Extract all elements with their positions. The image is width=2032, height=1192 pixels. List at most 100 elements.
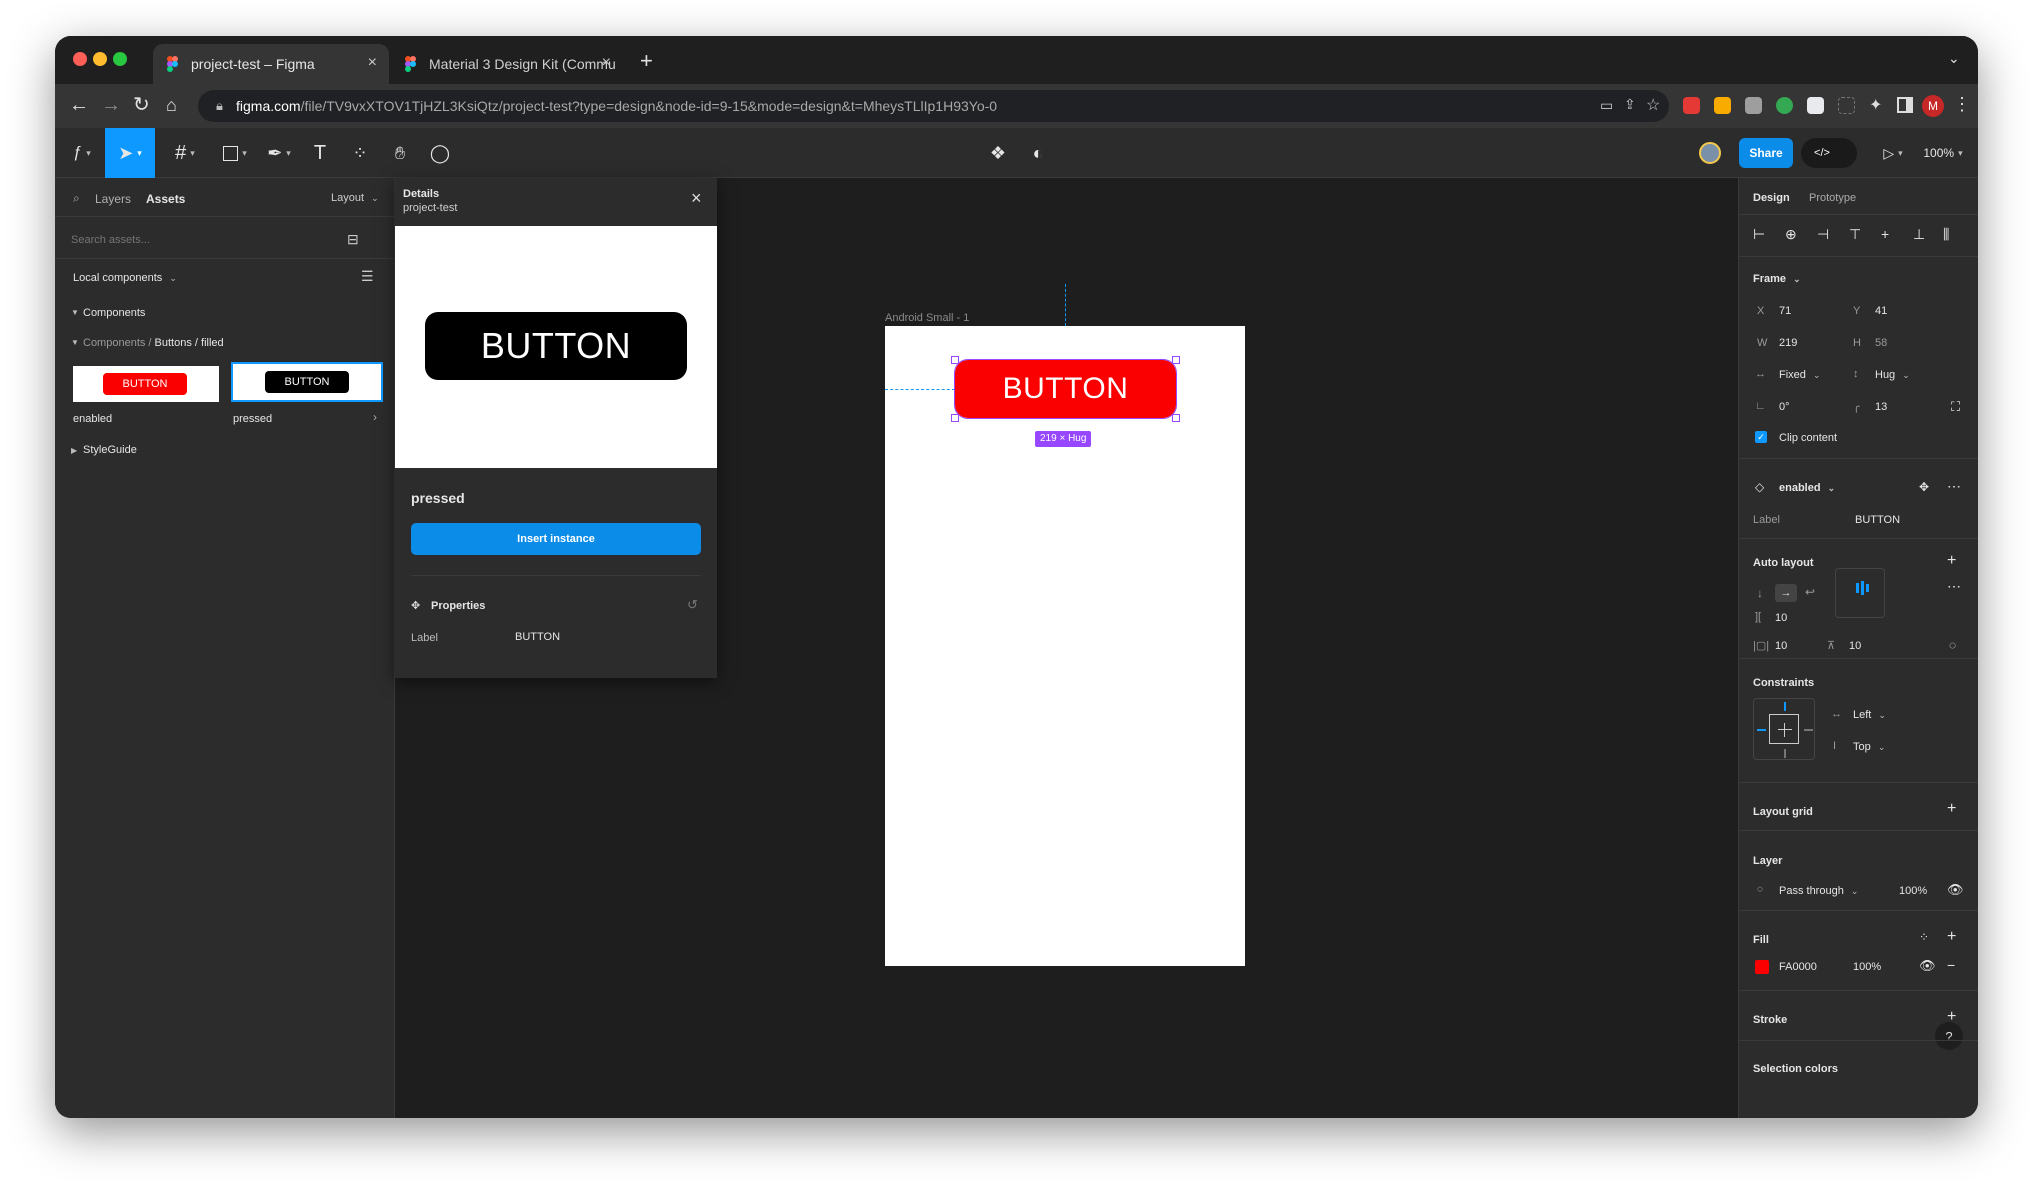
fill-hex-input[interactable]: FA0000 — [1779, 961, 1817, 973]
eye-icon[interactable]: 👁︎ — [1947, 882, 1964, 898]
move-tool-button[interactable]: ➤ ▾ — [105, 128, 155, 178]
caret-down-icon[interactable]: ▼ — [71, 308, 79, 317]
frame-tool-button[interactable]: # ▾ — [165, 128, 205, 178]
gap-input[interactable]: 10 — [1775, 612, 1787, 624]
rotation-input[interactable]: 0° — [1779, 401, 1790, 413]
frame-name-label[interactable]: Android Small - 1 — [885, 312, 969, 324]
pen-tool-button[interactable]: ✒ ▾ — [259, 128, 299, 178]
height-mode-dropdown[interactable]: Hug ⌄ — [1875, 369, 1910, 381]
width-mode-dropdown[interactable]: Fixed ⌄ — [1779, 369, 1821, 381]
tab-material-kit[interactable]: Material 3 Design Kit (Commu × — [391, 44, 623, 84]
close-icon[interactable]: × — [691, 188, 702, 209]
user-avatar[interactable] — [1695, 128, 1725, 178]
breadcrumb[interactable]: Components / Buttons / filled — [83, 337, 224, 349]
constraint-top-marker[interactable] — [1784, 702, 1786, 711]
extension-red-icon[interactable] — [1683, 97, 1700, 114]
asset-thumb-pressed[interactable]: BUTTON — [231, 362, 383, 402]
layer-opacity-input[interactable]: 100% — [1899, 885, 1927, 897]
fill-opacity-input[interactable]: 100% — [1853, 961, 1881, 973]
dev-mode-toggle[interactable]: </> — [1801, 138, 1857, 168]
resize-handle[interactable] — [1172, 356, 1180, 364]
tab-prototype[interactable]: Prototype — [1809, 192, 1856, 204]
direction-wrap-icon[interactable]: ↩ — [1805, 585, 1815, 599]
close-tab-icon[interactable]: × — [602, 54, 611, 72]
radius-input[interactable]: 13 — [1875, 401, 1887, 413]
align-center-h-icon[interactable]: ⊕ — [1785, 226, 1797, 243]
minimize-window-button[interactable] — [93, 52, 107, 66]
extension-camera-icon[interactable] — [1745, 97, 1762, 114]
w-input[interactable]: 219 — [1779, 337, 1797, 349]
caret-down-icon[interactable]: ▼ — [71, 338, 79, 347]
align-bottom-icon[interactable]: ⊥ — [1913, 226, 1925, 243]
main-menu-button[interactable]: ƒ ▾ — [65, 128, 99, 178]
back-icon[interactable]: ← — [69, 94, 89, 116]
align-center-v-icon[interactable]: + — [1881, 226, 1889, 242]
share-button[interactable]: Share — [1739, 138, 1793, 168]
blend-mode-dropdown[interactable]: Pass through ⌄ — [1779, 885, 1858, 897]
insert-instance-button[interactable]: Insert instance — [411, 523, 701, 555]
shape-tool-button[interactable]: ▾ — [215, 128, 255, 178]
reset-icon[interactable]: ↺ — [687, 597, 698, 613]
individual-padding-icon[interactable]: ◌ — [1949, 638, 1956, 652]
distribute-icon[interactable]: ⫼ — [1943, 226, 1949, 243]
component-icon[interactable]: ❖ — [983, 128, 1013, 178]
cast-icon[interactable]: ▭ — [1600, 97, 1613, 114]
constraint-left-marker[interactable] — [1757, 729, 1766, 731]
tab-layers[interactable]: Layers — [95, 192, 131, 206]
url-input[interactable]: 🔒︎ figma.com/file/TV9vxXTOV1TjHZL3KsiQtz… — [198, 90, 1669, 122]
close-tab-icon[interactable]: × — [368, 54, 377, 72]
search-assets-input[interactable] — [71, 226, 301, 254]
resize-handle[interactable] — [1172, 414, 1180, 422]
reload-icon[interactable]: ↻ — [133, 94, 150, 116]
clip-content-checkbox[interactable]: ✓ — [1755, 431, 1767, 443]
styleguide-group[interactable]: StyleGuide — [83, 444, 137, 456]
x-input[interactable]: 71 — [1779, 305, 1791, 317]
extension-yellow-icon[interactable] — [1714, 97, 1731, 114]
fill-color-swatch[interactable] — [1755, 960, 1769, 974]
profile-avatar[interactable]: M — [1922, 95, 1944, 117]
library-book-icon[interactable]: ⊟ — [347, 231, 359, 248]
constraints-widget[interactable] — [1753, 698, 1815, 760]
add-fill-icon[interactable]: + — [1947, 928, 1956, 946]
present-button[interactable]: ▷ ▾ — [1873, 128, 1913, 178]
extension-doc-icon[interactable] — [1807, 97, 1824, 114]
tab-design[interactable]: Design — [1753, 192, 1790, 204]
frame-title[interactable]: Frame ⌄ — [1753, 273, 1801, 285]
extension-green-icon[interactable] — [1776, 97, 1793, 114]
vertical-padding-input[interactable]: 10 — [1849, 640, 1861, 652]
vertical-constraint-dropdown[interactable]: Top ⌄ — [1853, 741, 1885, 753]
layout-dropdown[interactable]: Layout ⌄ — [331, 192, 379, 204]
more-options-icon[interactable]: ⋯ — [1947, 478, 1961, 495]
eye-icon[interactable]: 👁︎ — [1919, 958, 1936, 974]
alignment-grid[interactable] — [1835, 568, 1885, 618]
align-top-icon[interactable]: ⊤ — [1849, 226, 1861, 243]
independent-corners-icon[interactable]: ⛶ — [1951, 399, 1960, 415]
add-layout-grid-icon[interactable]: + — [1947, 800, 1956, 818]
prop-value[interactable]: BUTTON — [515, 631, 560, 643]
resize-handle[interactable] — [951, 414, 959, 422]
align-right-icon[interactable]: ⊣ — [1817, 226, 1829, 243]
fill-styles-icon[interactable]: ⁘ — [1919, 930, 1929, 944]
remove-fill-icon[interactable]: − — [1947, 957, 1955, 973]
share-page-icon[interactable]: ⇪ — [1624, 96, 1636, 113]
direction-horizontal-icon[interactable]: → — [1775, 584, 1797, 602]
android-frame[interactable] — [885, 326, 1245, 966]
tab-assets[interactable]: Assets — [146, 192, 185, 206]
chevron-right-icon[interactable]: › — [373, 410, 377, 424]
more-options-icon[interactable]: ⋯ — [1947, 578, 1961, 595]
text-tool-icon[interactable]: T — [305, 128, 335, 178]
new-tab-button[interactable]: + — [640, 48, 653, 74]
h-input[interactable]: 58 — [1875, 337, 1887, 349]
horizontal-constraint-dropdown[interactable]: Left ⌄ — [1853, 709, 1886, 721]
extension-dashed-icon[interactable] — [1838, 97, 1855, 114]
canvas-button[interactable]: BUTTON — [954, 359, 1177, 419]
constraint-right-marker[interactable] — [1804, 729, 1813, 731]
help-button[interactable]: ? — [1935, 1022, 1963, 1050]
zoom-menu[interactable]: 100% ▾ — [1915, 128, 1971, 178]
components-group[interactable]: Components — [83, 307, 145, 319]
horizontal-padding-input[interactable]: 10 — [1775, 640, 1787, 652]
asset-thumb-enabled[interactable]: BUTTON — [73, 366, 219, 402]
local-components-dropdown[interactable]: Local components ⌄ — [73, 272, 177, 284]
bookmark-star-icon[interactable]: ☆ — [1646, 95, 1660, 115]
resources-icon[interactable]: ⁘ — [345, 128, 375, 178]
